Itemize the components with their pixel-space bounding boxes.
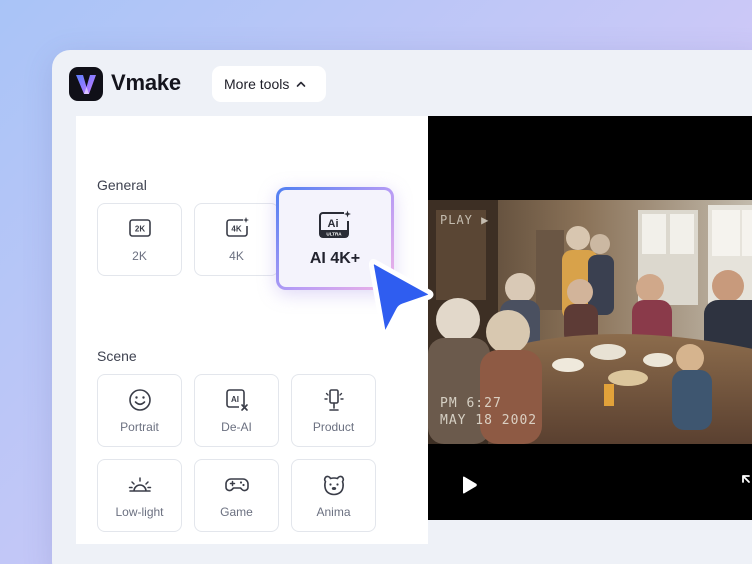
option-label: 2K	[132, 249, 147, 263]
option-2k[interactable]: 2K 2K	[97, 203, 182, 276]
option-portrait[interactable]: Portrait	[97, 374, 182, 447]
option-label: Game	[220, 505, 253, 519]
sunrise-icon	[128, 477, 151, 492]
play-icon[interactable]	[458, 474, 480, 496]
option-label: Product	[312, 420, 355, 434]
section-label-general: General	[97, 177, 147, 193]
video-preview[interactable]: PLAY ▶ PM 6:27 MAY 18 2002	[428, 116, 752, 520]
vmake-logo-icon[interactable]	[69, 67, 103, 101]
4k-sparkle-icon: 4K	[225, 217, 249, 237]
vhs-play-indicator: PLAY ▶	[440, 213, 490, 227]
product-lamp-icon	[323, 389, 344, 411]
option-label: 4K	[229, 249, 244, 263]
top-bar: Vmake More tools	[52, 50, 752, 116]
option-label: AI 4K+	[309, 249, 361, 267]
option-4k[interactable]: 4K 4K	[194, 203, 279, 276]
ai-ultra-icon: Ai ULTRA	[319, 210, 351, 238]
app-window: Vmake More tools General 2K 2K 4K 4K Sce	[52, 50, 752, 564]
option-label: Anima	[316, 505, 351, 519]
gamepad-icon	[224, 478, 249, 492]
option-game[interactable]: Game	[194, 459, 279, 532]
bear-face-icon	[323, 475, 344, 496]
svg-text:4K: 4K	[231, 225, 241, 234]
section-label-scene: Scene	[97, 348, 137, 364]
option-label: Portrait	[120, 420, 159, 434]
option-label: De-AI	[221, 420, 252, 434]
vhs-date-stamp: MAY 18 2002	[440, 413, 538, 428]
fullscreen-expand-icon[interactable]	[740, 473, 752, 493]
option-label: Low-light	[115, 505, 164, 519]
2k-badge-icon: 2K	[128, 219, 151, 237]
svg-text:AI: AI	[231, 395, 239, 404]
app-name: Vmake	[111, 70, 181, 95]
cursor-pointer-icon	[368, 259, 434, 334]
option-product[interactable]: Product	[291, 374, 376, 447]
ultra-icon-text: ULTRA	[326, 231, 342, 236]
vhs-time-stamp: PM 6:27	[440, 396, 502, 411]
de-ai-icon: AI	[225, 389, 248, 411]
ai-icon-text: Ai	[328, 218, 339, 230]
svg-text:2K: 2K	[134, 225, 144, 234]
chevron-up-icon	[297, 81, 306, 87]
more-tools-label: More tools	[224, 76, 290, 92]
option-anima[interactable]: Anima	[291, 459, 376, 532]
smiley-face-icon	[128, 389, 151, 411]
option-de-ai[interactable]: AI De-AI	[194, 374, 279, 447]
more-tools-button[interactable]: More tools	[212, 66, 326, 102]
option-low-light[interactable]: Low-light	[97, 459, 182, 532]
